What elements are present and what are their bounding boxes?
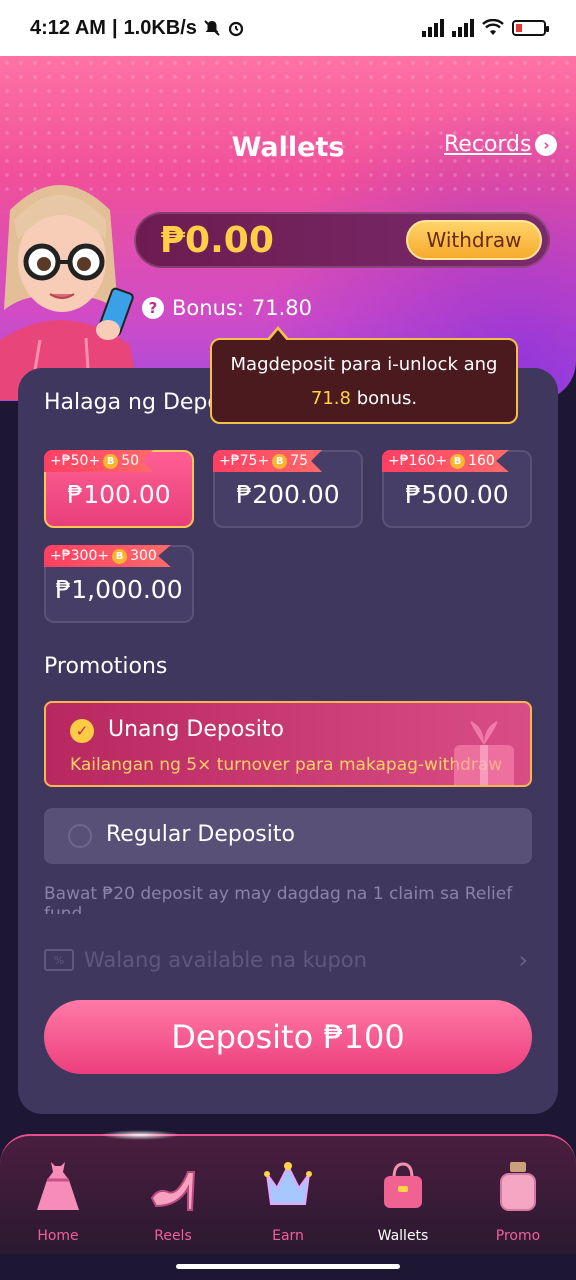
balance-amount: ₱0.00 [160,220,274,261]
records-link[interactable]: Records › [444,132,558,157]
relief-fund-note: Bawat ₱20 deposit ay may dagdag na 1 cla… [44,884,513,914]
help-icon[interactable]: ? [142,297,164,319]
tooltip-line1: Magdeposit para i-unlock ang [230,354,498,375]
amount-option-200[interactable]: +₱75+ B 75 ₱200.00 [213,450,363,528]
coin-icon: B [112,548,128,564]
nav-label: Promo [495,1228,541,1244]
withdraw-button[interactable]: Withdraw [406,220,542,260]
bonus-label: Bonus: [172,296,244,320]
amount-option-100[interactable]: +₱50+ B 50 ₱100.00 [44,450,194,528]
bonus-row: ? Bonus: 71.80 [142,296,312,320]
amount-value: ₱200.00 [236,480,340,509]
status-right [422,19,549,37]
status-bar: 4:12 AM | 1.0KB/s [0,0,576,56]
nav-home[interactable]: Home [8,1158,108,1244]
bottom-nav: Home Reels Earn Wallets Promo [0,1130,576,1254]
deposit-amount-label: Halaga ng Depo [44,390,221,415]
status-speed: 1.0KB/s [123,16,197,39]
nav-label: Home [37,1228,79,1244]
wifi-icon [482,19,504,35]
signal-icon [422,19,444,37]
nav-label: Wallets [377,1228,429,1244]
bonus-value: 71.80 [251,296,313,320]
promo-unang-deposito[interactable]: ✓ Unang Deposito Kailangan ng 5× turnove… [44,701,532,787]
nav-earn[interactable]: Earn [238,1158,338,1244]
alarm-icon [228,21,244,37]
crown-icon [264,1162,312,1205]
tooltip-suffix: bonus. [356,388,418,409]
status-left: 4:12 AM | 1.0KB/s [30,17,245,40]
amount-option-1000[interactable]: +₱300+ B 300 ₱1,000.00 [44,545,194,623]
amount-value: ₱1,000.00 [55,575,183,604]
coin-icon: B [450,453,466,469]
promo-title: Unang Deposito [108,717,284,742]
handbag-icon [384,1162,422,1208]
battery-low-icon [512,20,549,36]
bonus-tag: +₱50+ B 50 [44,450,154,472]
gift-icon [454,721,514,785]
coupon-row[interactable]: % Walang available na kupon › [44,946,528,974]
nav-wallets[interactable]: Wallets [353,1158,453,1244]
dress-icon [37,1162,79,1210]
nav-label: Reels [154,1228,192,1244]
nav-label: Earn [272,1228,304,1244]
chevron-right-icon: › [535,133,558,156]
promotions-label: Promotions [44,654,168,679]
tooltip-amount: 71.8 [310,388,351,409]
avatar-illustration [0,185,140,400]
tooltip-line2: 71.8 bonus. [212,382,516,416]
bonus-tooltip: Magdeposit para i-unlock ang 71.8 bonus. [210,326,518,424]
bonus-tag: +₱160+ B 160 [382,450,509,472]
nav-promo[interactable]: Promo [468,1158,568,1244]
amount-value: ₱500.00 [405,480,509,509]
checkmark-icon: ✓ [70,719,94,743]
high-heel-icon [150,1171,196,1211]
nav-reels[interactable]: Reels [123,1158,223,1244]
coin-icon: B [103,453,119,469]
deposit-button[interactable]: Deposito ₱100 [44,1000,532,1074]
amount-option-500[interactable]: +₱160+ B 160 ₱500.00 [382,450,532,528]
coupon-label: Walang available na kupon [84,948,367,972]
promo-regular-deposito[interactable]: Regular Deposito [44,808,532,864]
promo-title: Regular Deposito [106,822,295,847]
signal-icon [452,19,474,37]
mute-icon [204,20,220,36]
perfume-icon [500,1162,536,1211]
coin-icon: B [272,453,288,469]
home-indicator[interactable] [176,1264,400,1269]
chevron-right-icon: › [518,946,528,974]
bonus-tag: +₱75+ B 75 [213,450,323,472]
amount-value: ₱100.00 [67,480,171,509]
status-divider: | [111,16,118,39]
coupon-icon: % [44,949,74,971]
balance-bar: ₱0.00 Withdraw [134,212,550,268]
bonus-tag: +₱300+ B 300 [44,545,171,567]
radio-unchecked-icon [68,824,92,848]
status-time: 4:12 AM [30,16,106,39]
records-label: Records [444,132,532,157]
deposit-card: Halaga ng Depo +₱50+ B 50 ₱100.00 +₱75+ B 75… [18,368,558,1114]
